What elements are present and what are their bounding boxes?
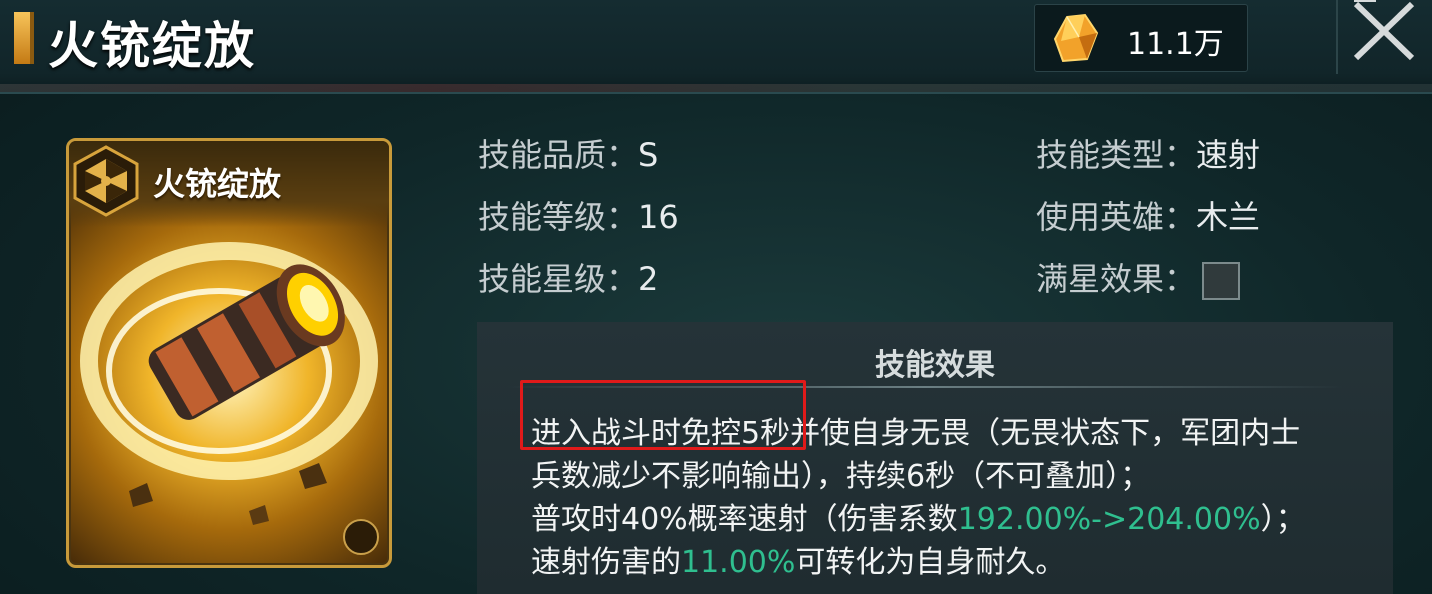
- info-star: 技能星级：2: [478, 254, 658, 300]
- star-value: 2: [638, 260, 659, 298]
- effect-line-3-text: 普攻时40%概率速射（伤害系数: [531, 502, 958, 537]
- currency-display[interactable]: 11.1万: [1034, 4, 1248, 72]
- damage-coefficient-value: 192.00%->204.00%: [957, 502, 1261, 537]
- card-rank-icon: [343, 519, 379, 555]
- close-x-icon[interactable]: [1346, 0, 1420, 64]
- effect-line-4-text: 速射伤害的: [531, 545, 681, 580]
- info-level: 技能等级：16: [478, 192, 679, 238]
- info-hero: 使用英雄：木兰: [1036, 192, 1260, 238]
- hero-value: 木兰: [1196, 198, 1261, 236]
- header-divider: [1336, 0, 1338, 74]
- effect-line-4: 速射伤害的11.00%可转化为自身耐久。: [531, 541, 1351, 584]
- star-label: 技能星级：: [478, 260, 639, 298]
- type-label: 技能类型：: [1036, 136, 1197, 174]
- full-star-checkbox[interactable]: [1202, 262, 1241, 300]
- skill-card: 火铳绽放: [66, 138, 392, 568]
- header-bar: 火铳绽放 11.1万: [0, 0, 1432, 94]
- level-value: 16: [638, 198, 679, 236]
- effect-line-2: 兵数减少不影响输出），持续6秒（不可叠加）；: [531, 459, 1151, 494]
- header-underline: [0, 84, 1432, 92]
- effect-line-4-end: 可转化为自身耐久。: [795, 545, 1066, 580]
- type-value: 速射: [1196, 136, 1261, 174]
- effect-line-3: 普攻时40%概率速射（伤害系数192.00%->204.00%）；: [531, 498, 1351, 541]
- effect-title: 技能效果: [875, 348, 995, 383]
- red-highlight-annotation: [520, 380, 806, 450]
- full-star-label: 满星效果：: [1036, 260, 1197, 298]
- quality-value: S: [638, 136, 659, 174]
- convert-ratio-value: 11.00%: [681, 545, 796, 580]
- effect-panel: 技能效果 进入战斗时免控5秒并使自身无畏（无畏状态下，军团内士 兵数减少不影响输…: [477, 322, 1393, 594]
- title-accent-bar: [14, 12, 30, 64]
- info-full-star: 满星效果：: [1036, 254, 1241, 300]
- cannon-barrel-artwork: [80, 242, 378, 525]
- effect-line-3-end: ）；: [1260, 502, 1306, 537]
- page-title: 火铳绽放: [48, 16, 256, 75]
- currency-value: 11.1万: [1127, 27, 1224, 62]
- card-title: 火铳绽放: [153, 165, 282, 203]
- info-type: 技能类型：速射: [1036, 130, 1260, 176]
- hero-label: 使用英雄：: [1036, 198, 1197, 236]
- orange-crystal-icon: [1053, 13, 1099, 63]
- info-quality: 技能品质：S: [478, 130, 658, 176]
- hexagon-skill-icon: [73, 145, 139, 217]
- quality-label: 技能品质：: [478, 136, 639, 174]
- level-label: 技能等级：: [478, 198, 639, 236]
